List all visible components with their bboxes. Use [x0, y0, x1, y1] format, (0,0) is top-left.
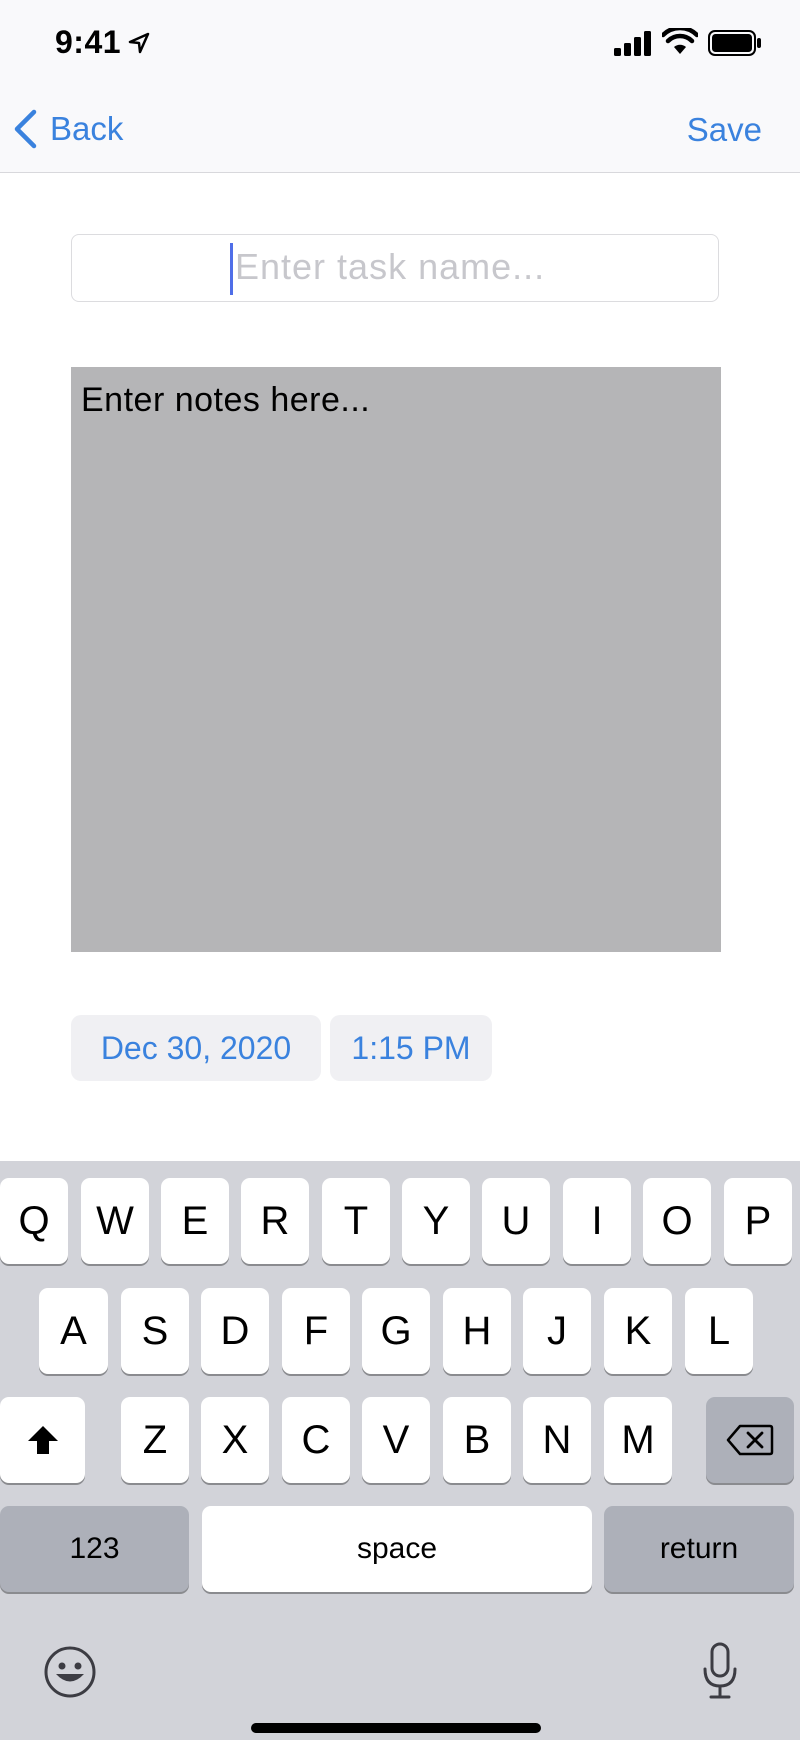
- key-g[interactable]: G: [362, 1288, 430, 1374]
- key-b[interactable]: B: [443, 1397, 511, 1483]
- date-picker-button[interactable]: Dec 30, 2020: [71, 1015, 321, 1081]
- key-z[interactable]: Z: [121, 1397, 189, 1483]
- navigation-bar: Back Save: [0, 85, 800, 173]
- key-s[interactable]: S: [121, 1288, 189, 1374]
- space-key[interactable]: space: [202, 1506, 592, 1592]
- numbers-key[interactable]: 123: [0, 1506, 189, 1592]
- text-cursor: [230, 243, 233, 295]
- key-t[interactable]: T: [322, 1178, 390, 1264]
- key-h[interactable]: H: [443, 1288, 511, 1374]
- key-f[interactable]: F: [282, 1288, 350, 1374]
- shift-arrow-icon: [27, 1426, 58, 1454]
- key-m[interactable]: M: [604, 1397, 672, 1483]
- emoji-icon[interactable]: [43, 1645, 97, 1699]
- key-o[interactable]: O: [643, 1178, 711, 1264]
- screen: 9:41 Back Save Enter task name... Enter …: [0, 0, 800, 1740]
- key-r[interactable]: R: [241, 1178, 309, 1264]
- key-i[interactable]: I: [563, 1178, 631, 1264]
- key-n[interactable]: N: [523, 1397, 591, 1483]
- key-e[interactable]: E: [161, 1178, 229, 1264]
- status-bar: 9:41: [0, 0, 800, 85]
- save-button[interactable]: Save: [687, 111, 762, 149]
- backspace-icon: [726, 1424, 774, 1456]
- key-v[interactable]: V: [362, 1397, 430, 1483]
- key-w[interactable]: W: [81, 1178, 149, 1264]
- keyboard: Q W E R T Y U I O P A S D F G H J K L Z …: [0, 1161, 800, 1740]
- key-q[interactable]: Q: [0, 1178, 68, 1264]
- key-a[interactable]: A: [39, 1288, 108, 1374]
- key-l[interactable]: L: [685, 1288, 753, 1374]
- location-arrow-icon: [128, 32, 150, 54]
- key-j[interactable]: J: [523, 1288, 591, 1374]
- key-u[interactable]: U: [482, 1178, 550, 1264]
- key-x[interactable]: X: [201, 1397, 269, 1483]
- battery-icon: [708, 30, 761, 56]
- notes-text: Enter notes here...: [81, 381, 371, 419]
- microphone-icon[interactable]: [700, 1641, 740, 1701]
- time-picker-button[interactable]: 1:15 PM: [330, 1015, 492, 1081]
- back-label: Back: [50, 110, 124, 147]
- return-key[interactable]: return: [604, 1506, 794, 1592]
- key-y[interactable]: Y: [402, 1178, 470, 1264]
- wifi-icon: [662, 28, 698, 54]
- key-p[interactable]: P: [724, 1178, 792, 1264]
- notes-textarea[interactable]: Enter notes here...: [71, 367, 721, 952]
- key-c[interactable]: C: [282, 1397, 350, 1483]
- delete-key[interactable]: [706, 1397, 794, 1483]
- key-d[interactable]: D: [201, 1288, 269, 1374]
- back-button[interactable]: Back: [12, 105, 123, 153]
- shift-key[interactable]: [0, 1397, 85, 1483]
- key-k[interactable]: K: [604, 1288, 672, 1374]
- home-indicator[interactable]: [251, 1723, 541, 1733]
- task-name-placeholder: Enter task name...: [235, 246, 546, 287]
- task-name-input[interactable]: Enter task name...: [71, 234, 719, 302]
- status-time: 9:41: [55, 24, 122, 60]
- chevron-left-icon: [14, 109, 37, 149]
- cellular-signal-icon: [614, 31, 651, 56]
